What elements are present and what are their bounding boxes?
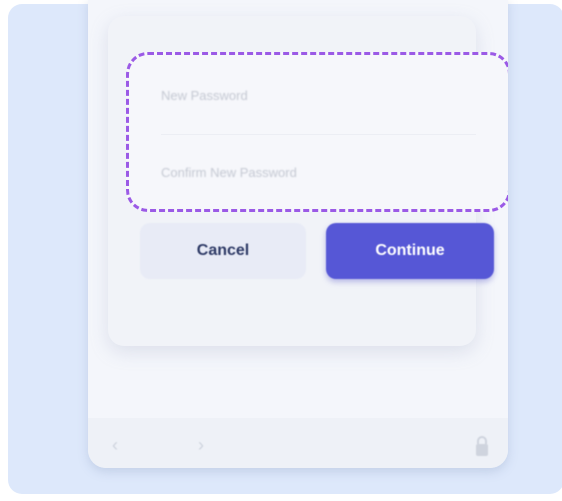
confirm-password-placeholder: Confirm New Password	[161, 164, 297, 180]
new-password-field[interactable]: New Password	[141, 65, 496, 125]
new-password-placeholder: New Password	[161, 87, 248, 103]
password-fields-highlight: New Password Confirm New Password	[126, 52, 508, 212]
continue-button[interactable]: Continue	[326, 223, 494, 279]
dotted-divider	[134, 312, 494, 314]
screenshot-frame: New Password Confirm New Password Cancel…	[8, 0, 562, 494]
confirm-password-field[interactable]: Confirm New Password	[141, 142, 496, 202]
mobile-screen: New Password Confirm New Password Cancel…	[88, 0, 508, 468]
chevron-right-icon[interactable]: ›	[198, 435, 204, 456]
lock-icon[interactable]	[474, 435, 490, 462]
change-password-dialog: New Password Confirm New Password Cancel…	[108, 16, 508, 346]
field-divider	[161, 134, 476, 135]
chevron-left-icon[interactable]: ‹	[112, 435, 118, 456]
cancel-button[interactable]: Cancel	[140, 223, 306, 279]
browser-bottom-bar: ‹ ›	[88, 418, 508, 468]
